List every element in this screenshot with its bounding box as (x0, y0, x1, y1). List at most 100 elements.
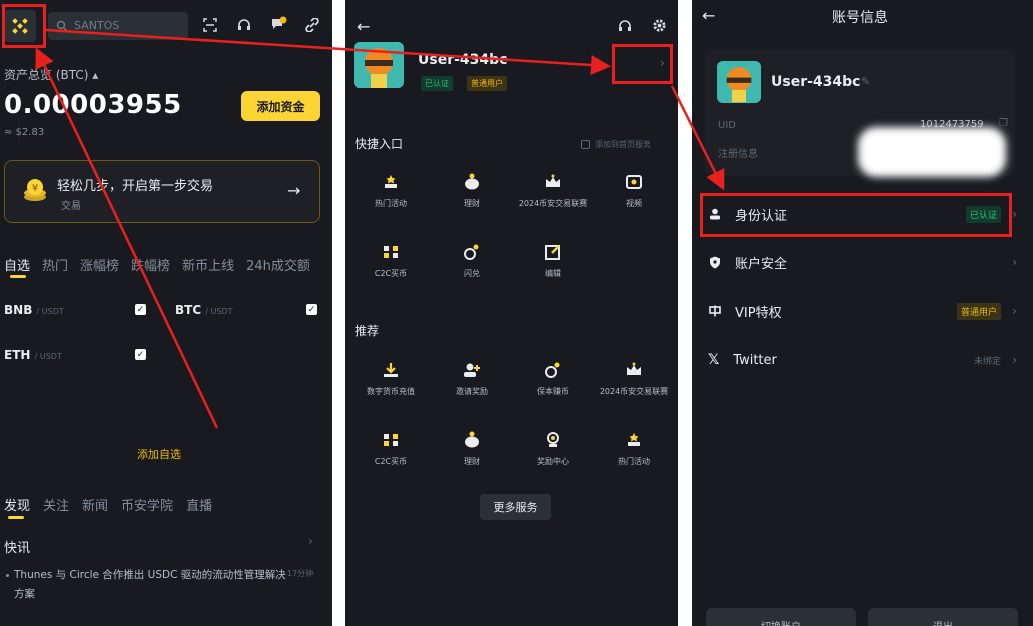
add-user-icon (436, 358, 508, 382)
highlight-profile-entry (612, 44, 673, 84)
search-placeholder: SANTOS (74, 19, 120, 32)
star-burst-icon (355, 170, 427, 194)
search-input[interactable]: SANTOS (48, 12, 188, 40)
account-security-row[interactable]: 账户安全 › (705, 244, 1023, 280)
quick-item-edit[interactable]: 编辑 (517, 240, 589, 279)
profile-menu-screen: ← User-434bc 已认证 普通用户 › 快捷入口 添加到首页服务 热门活… (345, 0, 678, 626)
chevron-right-icon: › (1012, 255, 1017, 269)
quick-item-earn[interactable]: 理财 (436, 170, 508, 209)
highlight-identity-verification (700, 193, 1012, 237)
rec-item-earn[interactable]: 理财 (436, 428, 508, 467)
rec-item-principal-protected[interactable]: 保本赚币 (517, 358, 589, 397)
vip-privileges-row[interactable]: VIP特权 普通用户 › (705, 293, 1023, 329)
tab-live[interactable]: 直播 (186, 499, 212, 514)
copy-icon[interactable]: ❐ (999, 118, 1008, 129)
balance-value: 0.00003955 (4, 90, 182, 120)
piggy-bank-icon (436, 170, 508, 194)
quick-item-convert[interactable]: 闪兑 (436, 240, 508, 279)
account-info-screen: ← 账号信息 User-434bc ✎ UID 1012473759 ❐ 注册信… (692, 0, 1033, 626)
quick-item-hot-activities[interactable]: 热门活动 (355, 170, 427, 209)
tab-volume[interactable]: 24h成交额 (246, 259, 310, 274)
tab-new-listings[interactable]: 新币上线 (182, 259, 234, 274)
home-screen: SANTOS 资产总览 (BTC) ▴ 0.00003955 ≈ $2.83 添… (0, 0, 332, 626)
add-to-home-checkbox[interactable] (581, 140, 590, 149)
verified-tag: 已认证 (421, 76, 453, 91)
tab-academy[interactable]: 币安学院 (121, 499, 173, 514)
chevron-right-icon: › (1012, 304, 1017, 318)
news-time: 17分钟 (287, 569, 314, 578)
add-favorite-button[interactable]: 添加自选 (137, 446, 181, 462)
medal-icon (517, 428, 589, 452)
tab-news[interactable]: 新闻 (82, 499, 108, 514)
avatar[interactable] (354, 42, 404, 88)
news-header: 快讯 (4, 541, 31, 556)
rec-item-trading-league[interactable]: 2024币安交易联赛 (598, 358, 670, 397)
avatar[interactable] (717, 61, 761, 103)
feed-tab-underline (8, 516, 24, 519)
scan-icon[interactable] (202, 17, 218, 33)
quick-access-title: 快捷入口 (355, 137, 404, 151)
switch-account-button[interactable]: 切换账户 (706, 608, 856, 626)
rec-item-deposit[interactable]: 数字货币充值 (355, 358, 427, 397)
coin-symbol: ETH (4, 348, 31, 362)
piggy-bank-icon (436, 428, 508, 452)
rec-item-referral[interactable]: 邀请奖励 (436, 358, 508, 397)
back-arrow-icon[interactable]: ← (702, 6, 715, 25)
x-icon: 𝕏 (708, 352, 720, 368)
svg-text:¥: ¥ (32, 183, 38, 194)
message-icon[interactable] (270, 15, 288, 33)
redaction-blur (858, 127, 1006, 177)
news-text[interactable]: Thunes 与 Circle 合作推出 USDC 驱动的流动性管理解决方案 (14, 566, 294, 604)
watch-item-eth[interactable]: ETH / USDT (4, 348, 62, 362)
username: User-434bc (771, 74, 861, 90)
headset-icon[interactable] (236, 17, 252, 33)
logout-button[interactable]: 退出 (868, 608, 1018, 626)
star-burst-icon (598, 428, 670, 452)
twitter-row[interactable]: 𝕏 Twitter 未绑定 › (705, 342, 1023, 378)
watch-item-bnb[interactable]: BNB / USDT (4, 303, 64, 317)
recommend-title: 推荐 (355, 324, 380, 338)
tab-discover[interactable]: 发现 (4, 499, 30, 514)
rec-item-rewards-center[interactable]: 奖励中心 (517, 428, 589, 467)
promo-subtitle: 交易 (61, 201, 81, 212)
quick-item-c2c[interactable]: C2C买币 (355, 240, 427, 279)
coin-stack-icon: ¥ (21, 177, 49, 205)
watch-item-btc[interactable]: BTC / USDT (175, 303, 233, 317)
promo-card[interactable]: ¥ 轻松几步，开启第一步交易 交易 → (4, 160, 320, 223)
headset-icon[interactable] (617, 18, 633, 34)
coin-symbol: BTC (175, 303, 202, 317)
tab-gainers[interactable]: 涨幅榜 (80, 259, 119, 274)
rec-item-c2c[interactable]: C2C买币 (355, 428, 427, 467)
bullet-dot (6, 574, 9, 577)
tab-following[interactable]: 关注 (43, 499, 69, 514)
asset-overview-label[interactable]: 资产总览 (BTC) ▴ (4, 66, 98, 83)
user-level-tag: 普通用户 (956, 302, 1001, 320)
chevron-right-icon[interactable]: › (308, 534, 313, 548)
gear-icon[interactable] (651, 17, 667, 33)
coin-icon (517, 358, 589, 382)
rec-item-hot-activities[interactable]: 热门活动 (598, 428, 670, 467)
download-icon (355, 358, 427, 382)
market-tabs: 自选 热门 涨幅榜 跌幅榜 新币上线 24h成交额 (4, 255, 322, 274)
tab-hot[interactable]: 热门 (42, 259, 68, 274)
checkbox-btc[interactable]: ✓ (306, 304, 317, 315)
add-funds-button[interactable]: 添加资金 (241, 91, 320, 121)
shield-icon (710, 256, 720, 268)
tab-favorites[interactable]: 自选 (4, 259, 30, 274)
more-services-button[interactable]: 更多服务 (480, 494, 551, 520)
people-icon (355, 240, 427, 264)
username: User-434bc (418, 52, 508, 68)
edit-icon[interactable]: ✎ (861, 75, 870, 88)
tab-losers[interactable]: 跌幅榜 (131, 259, 170, 274)
add-to-home-hint[interactable]: 添加到首页服务 (595, 139, 651, 150)
checkbox-bnb[interactable]: ✓ (135, 304, 146, 315)
checkbox-eth[interactable]: ✓ (135, 349, 146, 360)
back-arrow-icon[interactable]: ← (357, 17, 370, 36)
link-icon[interactable] (304, 17, 320, 33)
coin-quote: / USDT (205, 307, 233, 316)
registration-label: 注册信息 (718, 149, 758, 160)
search-icon (56, 20, 68, 32)
quick-item-video[interactable]: 视频 (598, 170, 670, 209)
edit-icon (517, 240, 589, 264)
quick-item-trading-league[interactable]: 2024币安交易联赛 (517, 170, 589, 209)
